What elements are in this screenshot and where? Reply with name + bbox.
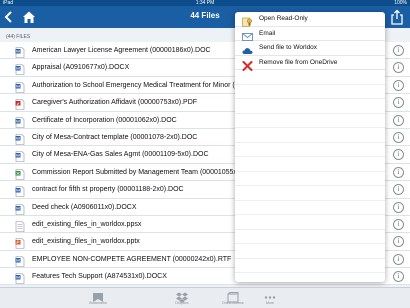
menu-item-email[interactable]: Email — [235, 27, 385, 41]
tab-label: More — [266, 301, 274, 305]
menu-item-send-to-worldox[interactable]: Send file to Worldox — [235, 41, 385, 56]
info-icon[interactable]: i — [393, 218, 404, 230]
popover-blank-row — [235, 143, 385, 157]
back-chevron-icon[interactable] — [4, 10, 14, 24]
word-document-icon — [15, 115, 25, 128]
info-icon[interactable]: i — [393, 149, 404, 161]
popover-blank-row — [235, 172, 385, 186]
tab-label: Dropbox — [175, 301, 189, 305]
word-document-icon — [15, 80, 25, 93]
generic-document-icon — [15, 219, 25, 232]
popover-blank-row — [235, 85, 385, 99]
popover-blank-row — [235, 259, 385, 273]
open-readonly-icon — [242, 14, 253, 27]
popover-blank-row — [235, 70, 385, 85]
info-icon[interactable]: i — [393, 79, 404, 91]
tab-bookmarks[interactable]: Bookmarks — [78, 290, 118, 306]
file-actions-popover: Open Read-Only Email Send file to Worldo… — [235, 12, 385, 282]
excel-document-icon — [15, 167, 25, 180]
menu-item-open-read-only[interactable]: Open Read-Only — [235, 12, 385, 27]
info-icon[interactable]: i — [393, 114, 404, 126]
tab-label: Direct Access — [222, 301, 244, 305]
home-icon[interactable] — [22, 10, 36, 24]
info-icon[interactable]: i — [393, 62, 404, 74]
popover-blank-row — [235, 230, 385, 244]
menu-item-remove-from-onedrive[interactable]: Remove file from OneDrive — [235, 56, 385, 71]
menu-item-label: Remove file from OneDrive — [259, 58, 338, 66]
word-document-icon — [15, 149, 25, 163]
pdf-document-icon — [15, 97, 25, 110]
menu-item-label: Open Read-Only — [259, 15, 308, 22]
popover-blank-row — [235, 99, 385, 114]
tab-direct-access[interactable]: Direct Access — [213, 290, 253, 306]
dropbox-icon — [175, 290, 189, 303]
info-icon[interactable]: i — [393, 45, 404, 56]
word-document-icon — [15, 202, 25, 215]
tab-dropbox[interactable]: Dropbox — [162, 290, 202, 306]
word-document-icon — [15, 254, 25, 267]
info-icon[interactable]: i — [393, 166, 404, 178]
tab-more[interactable]: More — [250, 290, 290, 306]
info-icon[interactable]: i — [393, 131, 404, 143]
info-icon[interactable]: i — [393, 97, 404, 109]
info-icon[interactable]: i — [393, 184, 404, 196]
word-document-icon — [15, 271, 25, 284]
popover-empty-rows — [235, 70, 385, 273]
direct-access-icon — [226, 290, 240, 303]
info-icon[interactable]: i — [393, 271, 404, 283]
envelope-icon — [242, 29, 253, 41]
popover-blank-row — [235, 114, 385, 128]
info-icon[interactable]: i — [393, 253, 404, 265]
tab-bar: Bookmarks Dropbox Direct Access More — [0, 287, 410, 308]
red-x-icon — [242, 58, 253, 71]
word-document-icon — [15, 184, 25, 197]
menu-item-label: Email — [259, 29, 276, 37]
menu-item-label: Send file to Worldox — [259, 44, 318, 51]
word-document-icon — [15, 62, 25, 76]
bookmarks-icon — [91, 290, 105, 302]
popover-blank-row — [235, 215, 385, 230]
popover-blank-row — [235, 244, 385, 259]
popover-blank-row — [235, 128, 385, 143]
word-document-icon — [15, 45, 25, 58]
more-icon — [263, 290, 277, 301]
popover-blank-row — [235, 186, 385, 201]
popover-blank-row — [235, 201, 385, 215]
popover-blank-row — [235, 157, 385, 172]
powerpoint-document-icon — [15, 236, 25, 250]
word-document-icon — [15, 132, 25, 145]
info-icon[interactable]: i — [393, 201, 404, 213]
cloud-icon — [242, 43, 253, 54]
tab-label: Bookmarks — [89, 301, 107, 305]
info-icon[interactable]: i — [393, 236, 404, 248]
share-icon[interactable] — [390, 9, 404, 25]
